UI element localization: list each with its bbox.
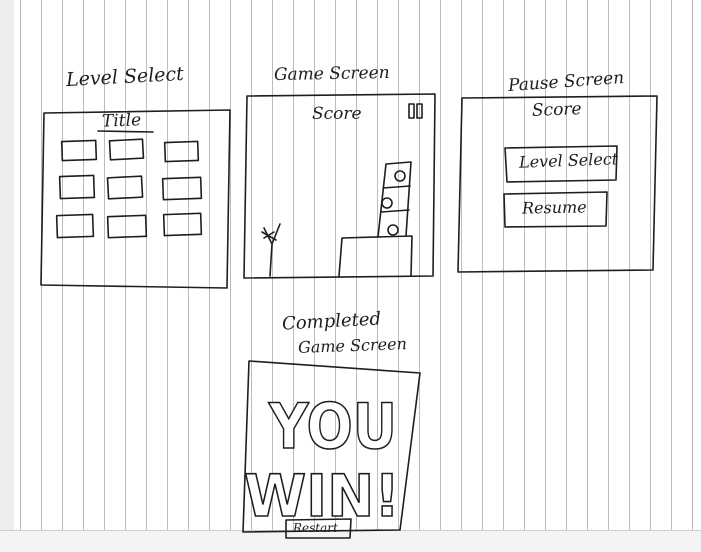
level-tile[interactable] [106, 175, 144, 200]
completed-heading-line1: Completed [281, 308, 382, 335]
completed-heading-line2: Game Screen [297, 334, 408, 357]
level-tile[interactable] [108, 138, 145, 161]
level-grid [55, 138, 203, 239]
level-tile[interactable] [163, 140, 200, 163]
win-text-line2: WIN! [244, 462, 400, 530]
pause-icon[interactable] [408, 103, 423, 119]
target-circle [394, 170, 406, 182]
resume-button[interactable]: Resume [522, 197, 587, 217]
target-circle [381, 197, 393, 209]
level-tile[interactable] [58, 174, 96, 200]
level-select-button[interactable]: Level Select [519, 149, 619, 171]
tower-divider [380, 209, 410, 213]
level-select-title: Title [101, 110, 142, 132]
level-tile[interactable] [106, 214, 148, 239]
pause-screen-frame [457, 95, 658, 273]
level-tile[interactable] [60, 139, 98, 162]
target-circle [387, 224, 399, 236]
slingshot[interactable] [261, 223, 281, 277]
level-tile[interactable] [55, 213, 95, 239]
game-score-label: Score [312, 104, 362, 124]
level-tile[interactable] [161, 176, 203, 201]
restart-button[interactable]: Restart [293, 522, 338, 534]
pause-score-label: Score [531, 99, 582, 121]
win-text-line1: YOU [268, 390, 397, 463]
tower-divider [382, 185, 411, 189]
base-block [338, 235, 413, 277]
level-tile[interactable] [162, 212, 203, 237]
game-screen-heading: Game Screen [273, 62, 390, 86]
